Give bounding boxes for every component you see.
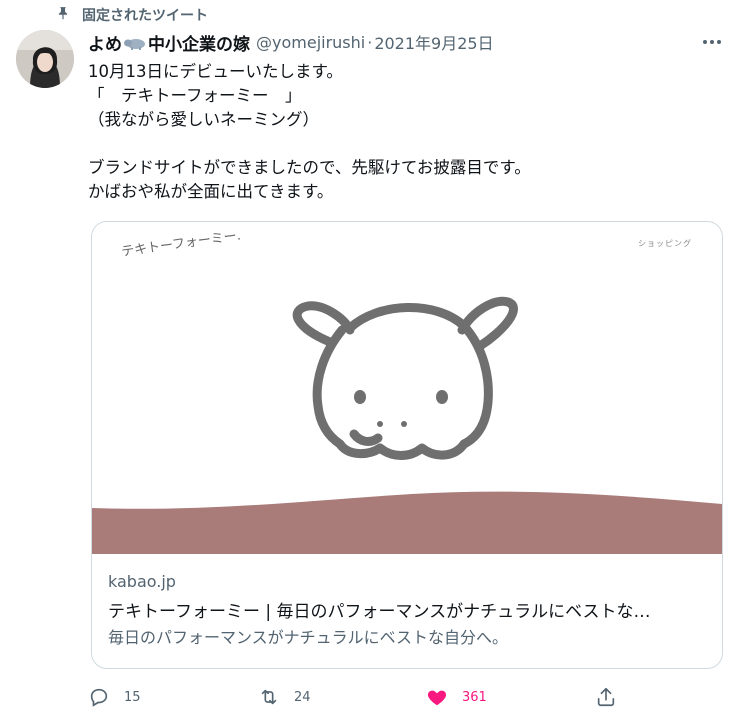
retweet-button[interactable]: 24 [258, 684, 311, 710]
card-logo-text: テキトーフォーミー. [120, 228, 241, 260]
like-count: 361 [462, 689, 487, 705]
card-image[interactable]: テキトーフォーミー. ショッピング [92, 222, 722, 554]
heart-icon [427, 690, 447, 706]
card-domain: kabao.jp [108, 572, 176, 591]
tweet-text: 10月13日にデビューいたします。 「 テキトーフォーミー 」 （我ながら愛しい… [88, 62, 531, 201]
tweet-actions: 15 24 361 [88, 684, 648, 710]
retweet-icon [261, 689, 277, 705]
more-options-icon[interactable] [700, 32, 724, 52]
reply-icon [90, 688, 108, 707]
pinned-label: 固定されたツイート [82, 8, 208, 24]
card-image-band [92, 491, 722, 554]
card-description: 毎日のパフォーマンスがナチュラルにベストな自分へ。 [108, 628, 509, 647]
card-shop-label: ショッピング [638, 239, 692, 248]
pinned-tweet-indicator: 固定されたツイート [56, 4, 208, 26]
link-preview-card[interactable]: テキトーフォーミー. ショッピング kabao.jp テキトーフォーミー | 毎… [91, 221, 723, 669]
pin-icon [56, 6, 70, 24]
author-name-part1[interactable]: よめ [88, 30, 122, 55]
retweet-count: 24 [294, 689, 311, 705]
hippo-illustration [292, 296, 518, 460]
author-name-part2[interactable]: 中小企業の嫁 [148, 30, 250, 55]
reply-button[interactable]: 15 [88, 684, 141, 710]
reply-count: 15 [124, 689, 141, 705]
tweet-header: よめ 中小企業の嫁 @yomejirushi · 2021年9月25日 [88, 30, 494, 55]
author-handle[interactable]: @yomejirushi [256, 33, 365, 52]
hippo-emoji-icon [124, 35, 146, 50]
share-icon [597, 687, 615, 707]
card-title: テキトーフォーミー | 毎日のパフォーマンスがナチュラルにベストな… [108, 602, 651, 622]
separator-dot: · [367, 32, 373, 52]
card-text[interactable]: kabao.jp テキトーフォーミー | 毎日のパフォーマンスがナチュラルにベス… [108, 570, 708, 650]
share-button[interactable] [595, 684, 617, 710]
avatar[interactable] [16, 30, 74, 88]
tweet-date[interactable]: 2021年9月25日 [374, 30, 493, 54]
like-button[interactable]: 361 [426, 684, 487, 710]
hippo-features [354, 390, 448, 427]
